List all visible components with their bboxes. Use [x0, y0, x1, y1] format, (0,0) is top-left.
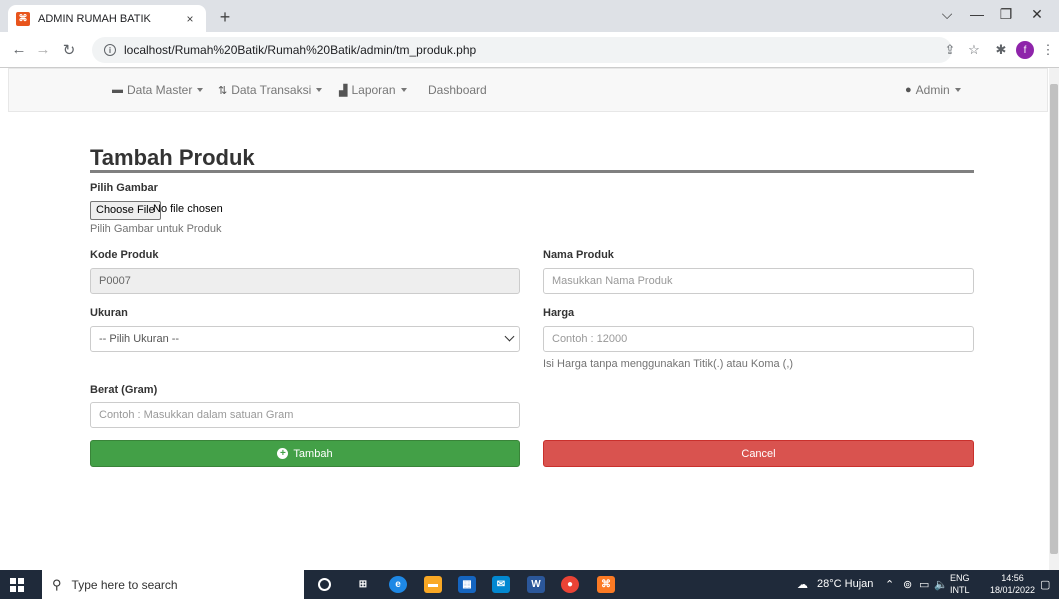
notification-icon[interactable]: ▢ [1040, 578, 1050, 591]
windows-start-icon[interactable] [10, 578, 24, 592]
url-text: localhost/Rumah%20Batik/Rumah%20Batik/ad… [124, 43, 477, 57]
chevron-down-icon [504, 331, 515, 342]
search-icon: ⚲ [52, 576, 62, 592]
file-status: No file chosen [153, 203, 223, 215]
tambah-button[interactable]: + Tambah [90, 440, 520, 467]
profile-avatar[interactable]: f [1016, 41, 1034, 59]
bar-chart-icon: ▟ [339, 84, 348, 97]
language-indicator[interactable]: ENG INTL [950, 572, 970, 596]
nav-dashboard[interactable]: Dashboard [428, 83, 487, 97]
clock-time: 14:56 [1001, 573, 1024, 583]
bookmark-star-icon[interactable]: ☆ [966, 42, 982, 58]
page-viewport: ▬ Data Master ⇅ Data Transaksi ▟ Laporan… [0, 68, 1059, 570]
url-field[interactable]: i localhost/Rumah%20Batik/Rumah%20Batik/… [92, 37, 952, 63]
close-window-icon[interactable]: ✕ [1027, 6, 1047, 23]
caret-down-icon [400, 88, 407, 92]
scrollbar-thumb[interactable] [1050, 84, 1058, 554]
nav-data-transaksi-label: Data Transaksi [231, 83, 312, 97]
word-icon[interactable]: W [527, 576, 545, 593]
nama-produk-label: Nama Produk [543, 249, 614, 261]
inbox-icon: ▬ [112, 84, 123, 96]
harga-input[interactable]: Contoh : 12000 [543, 326, 974, 352]
page-title: Tambah Produk [90, 145, 255, 170]
harga-label: Harga [543, 307, 575, 319]
nav-data-transaksi[interactable]: ⇅ Data Transaksi [218, 83, 323, 97]
file-explorer-icon[interactable]: ▬ [424, 576, 442, 593]
share-icon[interactable]: ⇪ [942, 42, 958, 58]
cancel-button[interactable]: Cancel [543, 440, 974, 467]
edge-icon[interactable]: e [389, 576, 407, 593]
more-menu-icon[interactable]: ⋮ [1040, 42, 1056, 58]
address-bar: ← → ↻ i localhost/Rumah%20Batik/Rumah%20… [0, 32, 1059, 68]
mail-icon[interactable]: ✉ [492, 576, 510, 593]
cancel-label: Cancel [741, 447, 776, 460]
plus-circle-icon: + [277, 448, 289, 459]
nav-laporan[interactable]: ▟ Laporan [339, 83, 407, 97]
back-arrow-icon[interactable]: ← [10, 41, 28, 58]
kode-produk-label: Kode Produk [90, 249, 159, 261]
tambah-label: Tambah [293, 447, 333, 460]
nav-dashboard-label: Dashboard [428, 83, 487, 97]
nav-user-admin[interactable]: ● Admin [905, 83, 961, 97]
forward-arrow-icon[interactable]: → [34, 41, 52, 58]
user-icon: ● [905, 84, 912, 96]
ukuran-select[interactable]: -- Pilih Ukuran -- [90, 326, 520, 352]
new-tab-button[interactable]: + [214, 7, 236, 27]
volume-icon[interactable]: 🔈 [934, 578, 948, 591]
system-clock[interactable]: 14:56 18/01/2022 [990, 572, 1035, 596]
harga-help-text: Isi Harga tanpa menggunakan Titik(.) ata… [543, 358, 794, 370]
nav-laporan-label: Laporan [351, 83, 396, 97]
page-scrollbar[interactable] [1049, 68, 1059, 570]
task-view-icon[interactable]: ⊞ [354, 576, 372, 593]
ukuran-selected: -- Pilih Ukuran -- [99, 333, 180, 345]
xampp-icon[interactable]: ⌘ [597, 576, 615, 593]
battery-icon[interactable]: ▭ [919, 578, 929, 591]
chrome-icon[interactable]: ● [561, 576, 579, 593]
clock-date: 18/01/2022 [990, 585, 1036, 595]
berat-label: Berat (Gram) [90, 384, 158, 396]
browser-tab[interactable]: ⌘ ADMIN RUMAH BATIK × [8, 5, 206, 32]
caret-down-icon [316, 88, 323, 92]
kode-produk-field: P0007 [90, 268, 520, 294]
title-divider [90, 170, 974, 173]
nav-user-label: Admin [915, 83, 950, 97]
nav-data-master[interactable]: ▬ Data Master [112, 83, 204, 97]
extensions-icon[interactable]: ✱ [993, 42, 1009, 58]
store-icon[interactable]: ▦ [458, 576, 476, 593]
image-label: Pilih Gambar [90, 182, 158, 194]
choose-file-button[interactable]: Choose File [90, 201, 161, 220]
windows-taskbar: ⚲ Type here to search ⊞ e ▬ ▦ ✉ W ● ⌘ ☁ … [0, 570, 1059, 599]
image-help-text: Pilih Gambar untuk Produk [90, 223, 222, 235]
weather-icon[interactable]: ☁ [797, 578, 808, 591]
nav-data-master-label: Data Master [127, 83, 193, 97]
ukuran-label: Ukuran [90, 307, 128, 319]
caret-down-icon [197, 88, 204, 92]
lang-top: ENG [950, 573, 970, 583]
caret-down-icon [954, 88, 961, 92]
tab-title: ADMIN RUMAH BATIK [38, 12, 151, 25]
restore-icon[interactable]: ❐ [996, 6, 1016, 23]
tab-search-icon[interactable]: ⌵ [937, 6, 957, 23]
xampp-favicon-icon: ⌘ [16, 11, 30, 26]
lang-bottom: INTL [950, 585, 970, 595]
nama-produk-input[interactable]: Masukkan Nama Produk [543, 268, 974, 294]
berat-input[interactable]: Contoh : Masukkan dalam satuan Gram [90, 402, 520, 428]
browser-tabstrip: ⌘ ADMIN RUMAH BATIK × + ⌵ — ❐ ✕ [0, 0, 1059, 32]
weather-text[interactable]: 28°C Hujan [817, 578, 873, 590]
reload-icon[interactable]: ↻ [60, 41, 78, 59]
taskbar-search-placeholder: Type here to search [71, 577, 178, 592]
cortana-icon[interactable] [318, 578, 331, 591]
top-navbar: ▬ Data Master ⇅ Data Transaksi ▟ Laporan… [8, 68, 1048, 112]
info-icon[interactable]: i [104, 44, 116, 56]
tab-close-icon[interactable]: × [182, 12, 198, 26]
chevron-up-icon[interactable]: ⌃ [885, 578, 894, 591]
taskbar-search[interactable]: ⚲ Type here to search [42, 570, 304, 599]
network-icon[interactable]: ⊚ [903, 578, 912, 591]
minimize-icon[interactable]: — [967, 6, 987, 22]
transfer-icon: ⇅ [218, 84, 228, 97]
